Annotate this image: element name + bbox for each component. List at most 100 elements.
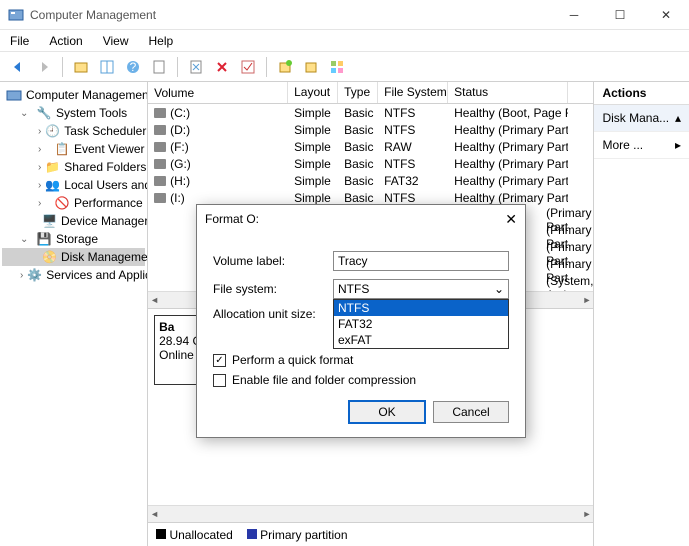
col-status[interactable]: Status — [448, 82, 568, 103]
actions-panel: Actions Disk Mana...▴ More ...▸ — [593, 82, 689, 546]
volume-label-label: Volume label: — [213, 254, 333, 268]
table-row[interactable]: (C:)SimpleBasicNTFSHealthy (Boot, Page F — [148, 104, 593, 121]
tree-label: System Tools — [56, 106, 127, 120]
delete-icon[interactable] — [210, 55, 234, 79]
search-icon[interactable] — [299, 55, 323, 79]
actions-label: Disk Mana... — [602, 111, 669, 125]
status-text: (Primary Part — [546, 257, 593, 274]
separator — [62, 57, 63, 77]
dialog-titlebar[interactable]: Format O: ✕ — [197, 205, 525, 233]
dialog-title: Format O: — [205, 212, 487, 226]
menu-help[interactable]: Help — [145, 32, 178, 50]
disk-icon — [154, 125, 166, 135]
fs-option-fat32[interactable]: FAT32 — [334, 316, 508, 332]
tree-label: Shared Folders — [64, 160, 146, 174]
navigation-tree[interactable]: Computer Management (L ⌄🔧System Tools ›🕘… — [0, 82, 148, 546]
menu-file[interactable]: File — [6, 32, 33, 50]
volume-label-input[interactable] — [333, 251, 509, 271]
check-icon[interactable] — [236, 55, 260, 79]
tree-performance[interactable]: ›🚫Performance — [2, 194, 145, 212]
close-button[interactable]: ✕ — [643, 0, 689, 30]
tree-event-viewer[interactable]: ›📋Event Viewer — [2, 140, 145, 158]
show-hide-icon[interactable] — [95, 55, 119, 79]
quick-format-label: Perform a quick format — [232, 353, 353, 367]
settings-icon[interactable] — [325, 55, 349, 79]
tree-label: Performance — [74, 196, 143, 210]
up-icon[interactable] — [69, 55, 93, 79]
horizontal-scrollbar-2[interactable]: ◄► — [148, 505, 593, 522]
forward-button[interactable] — [32, 55, 56, 79]
tree-label: Disk Management — [61, 250, 148, 264]
checkbox-unchecked-icon — [213, 374, 226, 387]
menu-action[interactable]: Action — [45, 32, 86, 50]
volume-list[interactable]: (C:)SimpleBasicNTFSHealthy (Boot, Page F… — [148, 104, 593, 206]
separator — [177, 57, 178, 77]
table-row[interactable]: (H:)SimpleBasicFAT32Healthy (Primary Par… — [148, 172, 593, 189]
table-row[interactable]: (D:)SimpleBasicNTFSHealthy (Primary Part — [148, 121, 593, 138]
legend-primary: Primary partition — [260, 528, 347, 542]
tree-label: Event Viewer — [74, 142, 144, 156]
tree-label: Services and Applicatio — [46, 268, 148, 282]
tree-system-tools[interactable]: ⌄🔧System Tools — [2, 104, 145, 122]
tree-local-users[interactable]: ›👥Local Users and Gro — [2, 176, 145, 194]
quick-format-checkbox[interactable]: ✓ Perform a quick format — [213, 353, 509, 367]
tree-services[interactable]: ›⚙️Services and Applicatio — [2, 266, 145, 284]
collapse-icon: ▴ — [675, 111, 681, 125]
dialog-close-button[interactable]: ✕ — [487, 211, 517, 228]
disk-icon — [154, 142, 166, 152]
tree-root-label: Computer Management (L — [26, 88, 148, 102]
tree-label: Storage — [56, 232, 98, 246]
compression-label: Enable file and folder compression — [232, 373, 416, 387]
tree-label: Device Manager — [61, 214, 148, 228]
filesystem-dropdown: NTFS FAT32 exFAT — [333, 299, 509, 349]
app-icon — [8, 7, 24, 23]
title-bar: Computer Management ─ ☐ ✕ — [0, 0, 689, 30]
new-icon[interactable] — [273, 55, 297, 79]
tree-root[interactable]: Computer Management (L — [2, 86, 145, 104]
swatch-unallocated — [156, 529, 166, 539]
filesystem-selected: NTFS — [338, 282, 369, 296]
back-button[interactable] — [6, 55, 30, 79]
fs-option-ntfs[interactable]: NTFS — [334, 300, 508, 316]
tree-label: Task Scheduler — [64, 124, 146, 138]
tree-disk-management[interactable]: 📀Disk Management — [2, 248, 145, 266]
minimize-button[interactable]: ─ — [551, 0, 597, 30]
window-title: Computer Management — [30, 8, 551, 22]
col-volume[interactable]: Volume — [148, 82, 288, 103]
status-text: (System, Acti — [546, 274, 593, 291]
refresh-icon[interactable] — [184, 55, 208, 79]
filesystem-combo[interactable]: NTFS⌄ NTFS FAT32 exFAT — [333, 279, 509, 299]
col-filesystem[interactable]: File System — [378, 82, 448, 103]
tree-storage[interactable]: ⌄💾Storage — [2, 230, 145, 248]
separator — [266, 57, 267, 77]
compression-checkbox[interactable]: Enable file and folder compression — [213, 373, 509, 387]
col-layout[interactable]: Layout — [288, 82, 338, 103]
actions-disk-management[interactable]: Disk Mana... ▴ — [594, 105, 689, 132]
legend-unallocated: Unallocated — [169, 528, 232, 542]
allocation-label: Allocation unit size: — [213, 307, 333, 321]
disk-icon — [154, 108, 166, 118]
maximize-button[interactable]: ☐ — [597, 0, 643, 30]
swatch-primary — [247, 529, 257, 539]
help-icon[interactable]: ? — [121, 55, 145, 79]
tree-task-scheduler[interactable]: ›🕘Task Scheduler — [2, 122, 145, 140]
menu-view[interactable]: View — [99, 32, 133, 50]
tree-device-manager[interactable]: 🖥️Device Manager — [2, 212, 145, 230]
legend: Unallocated Primary partition — [148, 522, 593, 546]
format-dialog: Format O: ✕ Volume label: File system: N… — [196, 204, 526, 438]
table-row[interactable]: (F:)SimpleBasicRAWHealthy (Primary Part — [148, 138, 593, 155]
checkbox-checked-icon: ✓ — [213, 354, 226, 367]
properties-icon[interactable] — [147, 55, 171, 79]
volume-list-header: Volume Layout Type File System Status — [148, 82, 593, 104]
fs-option-exfat[interactable]: exFAT — [334, 332, 508, 348]
status-text: (Primary Part — [546, 206, 593, 223]
col-type[interactable]: Type — [338, 82, 378, 103]
tree-shared-folders[interactable]: ›📁Shared Folders — [2, 158, 145, 176]
cancel-button[interactable]: Cancel — [433, 401, 509, 423]
disk-icon — [154, 193, 166, 203]
actions-more[interactable]: More ...▸ — [594, 132, 689, 159]
table-row[interactable]: (G:)SimpleBasicNTFSHealthy (Primary Part — [148, 155, 593, 172]
svg-text:?: ? — [130, 60, 137, 74]
ok-button[interactable]: OK — [349, 401, 425, 423]
actions-label: More ... — [602, 138, 643, 152]
